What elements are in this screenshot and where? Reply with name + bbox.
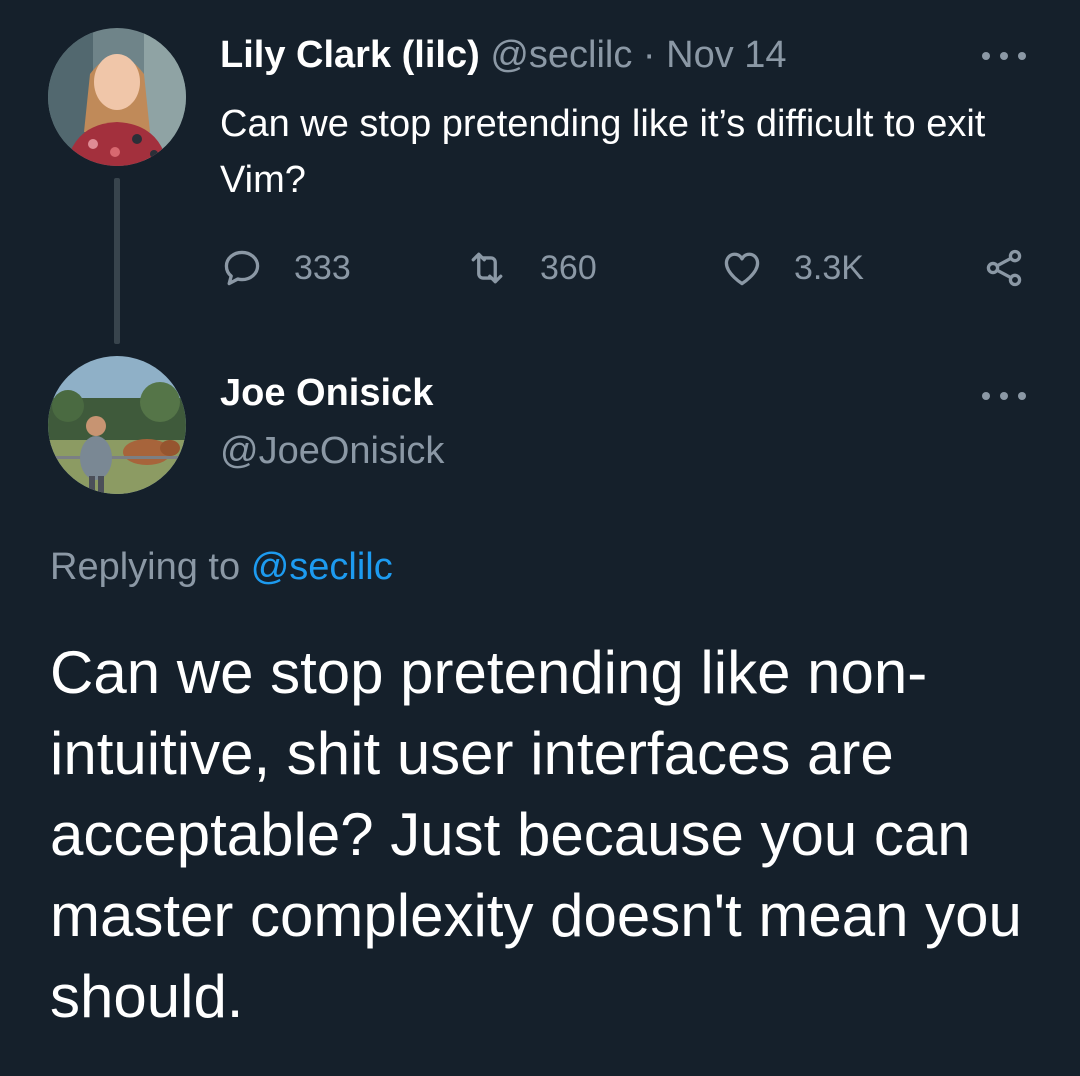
more-icon[interactable] — [982, 46, 1026, 66]
share-icon — [982, 246, 1026, 290]
author-name[interactable]: Lily Clark (lilc) — [220, 34, 480, 76]
reply-text: Can we stop pretending like non-intuitiv… — [50, 639, 1022, 1030]
tweet-header: Lily Clark (lilc) @seclilc · Nov 14 — [220, 32, 787, 78]
author-avatar[interactable] — [48, 28, 186, 166]
reply-count: 333 — [294, 248, 351, 287]
reply-author-name[interactable]: Joe Onisick — [220, 370, 433, 416]
reply-icon — [220, 246, 264, 290]
retweet-count: 360 — [540, 248, 597, 287]
tweet-text: Can we stop pretending like it’s difficu… — [220, 103, 986, 201]
tweet-date[interactable]: Nov 14 — [666, 34, 786, 76]
reply-button[interactable]: 333 — [220, 238, 351, 298]
more-icon[interactable] — [982, 386, 1026, 406]
like-count: 3.3K — [794, 248, 864, 287]
like-button[interactable]: 3.3K — [720, 238, 864, 298]
like-icon — [720, 246, 764, 290]
tweet-actions: 333 360 3.3K — [220, 238, 1040, 298]
reply-author-avatar[interactable] — [48, 356, 186, 494]
reply-author-handle[interactable]: @JoeOnisick — [220, 428, 444, 474]
header-separator: · — [642, 34, 656, 76]
author-handle[interactable]: @seclilc — [490, 34, 632, 76]
thread-connector-line — [114, 178, 120, 344]
replying-to-line: Replying to @seclilc — [50, 544, 393, 590]
replying-to-label: Replying to — [50, 546, 241, 588]
share-button[interactable] — [982, 238, 1026, 298]
retweet-button[interactable]: 360 — [464, 238, 597, 298]
replying-to-link[interactable]: @seclilc — [251, 546, 393, 588]
retweet-icon — [464, 246, 510, 290]
